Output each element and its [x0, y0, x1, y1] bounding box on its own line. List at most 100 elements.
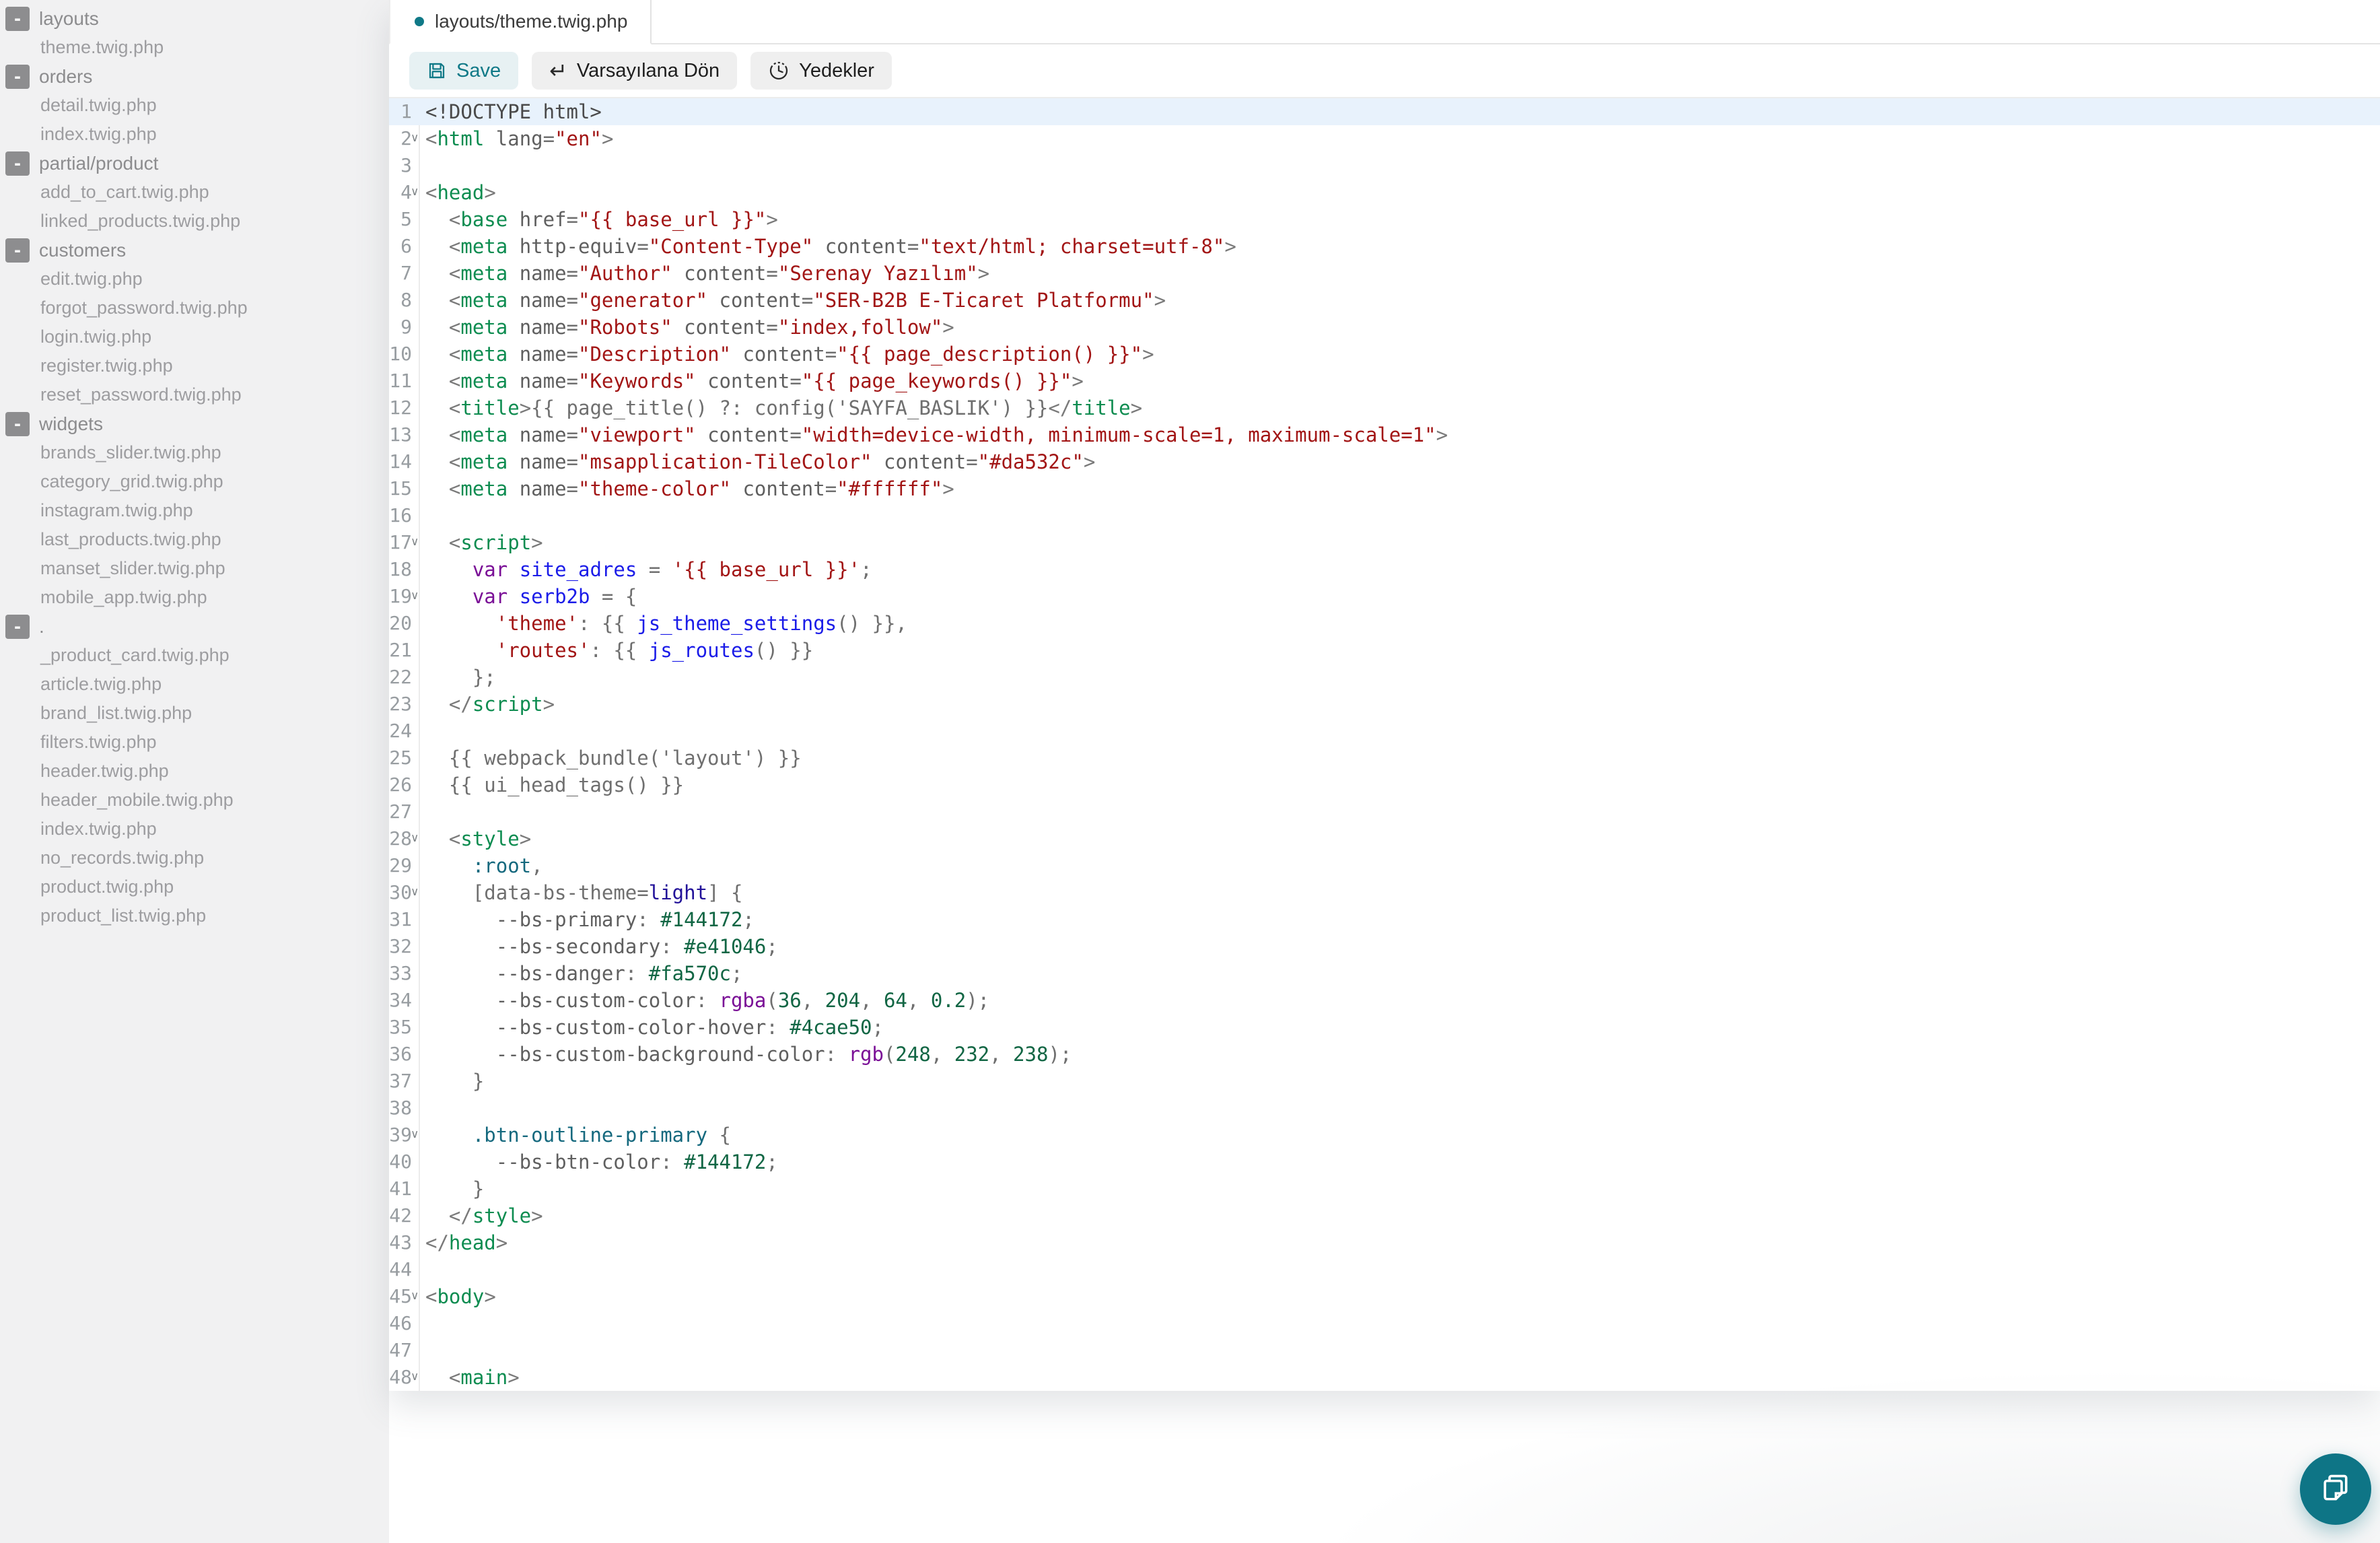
code-line[interactable]: 20 'theme': {{ js_theme_settings() }},	[389, 610, 2380, 637]
code-line[interactable]: 8 <meta name="generator" content="SER-B2…	[389, 287, 2380, 314]
code-editor[interactable]: 1<!DOCTYPE html>2∨<html lang="en">34∨<he…	[389, 98, 2380, 1391]
code-line[interactable]: 48∨ <main>	[389, 1364, 2380, 1391]
sidebar-file-item[interactable]: last_products.twig.php	[0, 525, 389, 554]
reset-default-button[interactable]: ↵ Varsayılana Dön	[532, 52, 737, 90]
backups-button[interactable]: Yedekler	[750, 52, 892, 90]
sidebar-file-item[interactable]: header.twig.php	[0, 757, 389, 786]
collapse-minus-icon[interactable]: -	[5, 7, 30, 31]
code-line[interactable]: 11 <meta name="Keywords" content="{{ pag…	[389, 368, 2380, 395]
code-line[interactable]: 2∨<html lang="en">	[389, 125, 2380, 152]
collapse-minus-icon[interactable]: -	[5, 151, 30, 176]
fold-toggle-icon[interactable]: ∨	[411, 1371, 419, 1382]
code-line[interactable]: 18 var site_adres = '{{ base_url }}';	[389, 556, 2380, 583]
code-line[interactable]: 42 </style>	[389, 1202, 2380, 1229]
sidebar-file-item[interactable]: register.twig.php	[0, 351, 389, 380]
code-line[interactable]: 12 <title>{{ page_title() ?: config('SAY…	[389, 395, 2380, 421]
code-line[interactable]: 23 </script>	[389, 691, 2380, 718]
sidebar-folder-item[interactable]: -orders	[0, 62, 389, 91]
sidebar-file-item[interactable]: forgot_password.twig.php	[0, 294, 389, 322]
sidebar-file-item[interactable]: linked_products.twig.php	[0, 207, 389, 236]
code-line[interactable]: 19∨ var serb2b = {	[389, 583, 2380, 610]
code-line[interactable]: 32 --bs-secondary: #e41046;	[389, 933, 2380, 960]
sidebar-file-item[interactable]: category_grid.twig.php	[0, 467, 389, 496]
code-line[interactable]: 15 <meta name="theme-color" content="#ff…	[389, 475, 2380, 502]
code-line[interactable]: 30∨ [data-bs-theme=light] {	[389, 879, 2380, 906]
sidebar-folder-item[interactable]: -customers	[0, 236, 389, 265]
code-line[interactable]: 4∨<head>	[389, 179, 2380, 206]
code-line[interactable]: 17∨ <script>	[389, 529, 2380, 556]
sidebar-file-item[interactable]: edit.twig.php	[0, 265, 389, 294]
code-line[interactable]: 47	[389, 1337, 2380, 1364]
sidebar-file-item[interactable]: index.twig.php	[0, 815, 389, 844]
sidebar-file-item[interactable]: instagram.twig.php	[0, 496, 389, 525]
code-line[interactable]: 46	[389, 1310, 2380, 1337]
sidebar-file-item[interactable]: detail.twig.php	[0, 91, 389, 120]
code-line[interactable]: 21 'routes': {{ js_routes() }}	[389, 637, 2380, 664]
collapse-minus-icon[interactable]: -	[5, 238, 30, 263]
fold-toggle-icon[interactable]: ∨	[411, 590, 419, 601]
code-line[interactable]: 9 <meta name="Robots" content="index,fol…	[389, 314, 2380, 341]
code-line[interactable]: 33 --bs-danger: #fa570c;	[389, 960, 2380, 987]
code-line[interactable]: 34 --bs-custom-color: rgba(36, 204, 64, …	[389, 987, 2380, 1014]
code-line[interactable]: 29 :root,	[389, 852, 2380, 879]
code-line[interactable]: 24	[389, 718, 2380, 745]
code-line[interactable]: 40 --bs-btn-color: #144172;	[389, 1148, 2380, 1175]
collapse-minus-icon[interactable]: -	[5, 615, 30, 639]
sidebar-file-item[interactable]: mobile_app.twig.php	[0, 583, 389, 612]
tab-layouts-theme[interactable]: layouts/theme.twig.php	[389, 0, 652, 44]
code-line[interactable]: 1<!DOCTYPE html>	[389, 98, 2380, 125]
code-line[interactable]: 3	[389, 152, 2380, 179]
code-line[interactable]: 38	[389, 1095, 2380, 1122]
code-line[interactable]: 7 <meta name="Author" content="Serenay Y…	[389, 260, 2380, 287]
sidebar-file-item[interactable]: brand_list.twig.php	[0, 699, 389, 728]
sidebar-file-item[interactable]: manset_slider.twig.php	[0, 554, 389, 583]
sidebar-file-item[interactable]: product.twig.php	[0, 872, 389, 901]
sidebar-file-item[interactable]: theme.twig.php	[0, 33, 389, 62]
fold-toggle-icon[interactable]: ∨	[411, 832, 419, 844]
sidebar-file-item[interactable]: reset_password.twig.php	[0, 380, 389, 409]
sidebar-file-item[interactable]: _product_card.twig.php	[0, 641, 389, 670]
code-line[interactable]: 35 --bs-custom-color-hover: #4cae50;	[389, 1014, 2380, 1041]
code-line[interactable]: 36 --bs-custom-background-color: rgb(248…	[389, 1041, 2380, 1068]
fold-toggle-icon[interactable]: ∨	[411, 132, 419, 143]
collapse-minus-icon[interactable]: -	[5, 65, 30, 89]
sidebar-file-item[interactable]: login.twig.php	[0, 322, 389, 351]
sidebar-file-item[interactable]: filters.twig.php	[0, 728, 389, 757]
code-line[interactable]: 22 };	[389, 664, 2380, 691]
sidebar-file-item[interactable]: add_to_cart.twig.php	[0, 178, 389, 207]
sidebar-file-item[interactable]: index.twig.php	[0, 120, 389, 149]
code-line[interactable]: 27	[389, 798, 2380, 825]
code-line[interactable]: 31 --bs-primary: #144172;	[389, 906, 2380, 933]
sidebar-file-item[interactable]: brands_slider.twig.php	[0, 438, 389, 467]
code-line[interactable]: 39∨ .btn-outline-primary {	[389, 1122, 2380, 1148]
fold-toggle-icon[interactable]: ∨	[411, 1128, 419, 1140]
fold-toggle-icon[interactable]: ∨	[411, 186, 419, 197]
code-line[interactable]: 41 }	[389, 1175, 2380, 1202]
sidebar-file-item[interactable]: article.twig.php	[0, 670, 389, 699]
code-line[interactable]: 16	[389, 502, 2380, 529]
sidebar-file-item[interactable]: no_records.twig.php	[0, 844, 389, 872]
sidebar-folder-item[interactable]: -layouts	[0, 4, 389, 33]
code-line[interactable]: 5 <base href="{{ base_url }}">	[389, 206, 2380, 233]
code-line[interactable]: 6 <meta http-equiv="Content-Type" conten…	[389, 233, 2380, 260]
sidebar-folder-item[interactable]: -partial/product	[0, 149, 389, 178]
code-line[interactable]: 44	[389, 1256, 2380, 1283]
sidebar-folder-item[interactable]: -.	[0, 612, 389, 641]
code-line[interactable]: 13 <meta name="viewport" content="width=…	[389, 421, 2380, 448]
sidebar-file-item[interactable]: product_list.twig.php	[0, 901, 389, 930]
code-line[interactable]: 26 {{ ui_head_tags() }}	[389, 772, 2380, 798]
sidebar-folder-item[interactable]: -widgets	[0, 409, 389, 438]
save-button[interactable]: Save	[409, 52, 518, 90]
code-line[interactable]: 43</head>	[389, 1229, 2380, 1256]
fold-toggle-icon[interactable]: ∨	[411, 886, 419, 897]
floating-pages-button[interactable]	[2300, 1453, 2371, 1525]
code-line[interactable]: 37 }	[389, 1068, 2380, 1095]
collapse-minus-icon[interactable]: -	[5, 412, 30, 436]
code-line[interactable]: 25 {{ webpack_bundle('layout') }}	[389, 745, 2380, 772]
fold-toggle-icon[interactable]: ∨	[411, 1290, 419, 1301]
code-line[interactable]: 45∨<body>	[389, 1283, 2380, 1310]
fold-toggle-icon[interactable]: ∨	[411, 536, 419, 547]
code-line[interactable]: 28∨ <style>	[389, 825, 2380, 852]
sidebar-file-item[interactable]: header_mobile.twig.php	[0, 786, 389, 815]
code-line[interactable]: 14 <meta name="msapplication-TileColor" …	[389, 448, 2380, 475]
